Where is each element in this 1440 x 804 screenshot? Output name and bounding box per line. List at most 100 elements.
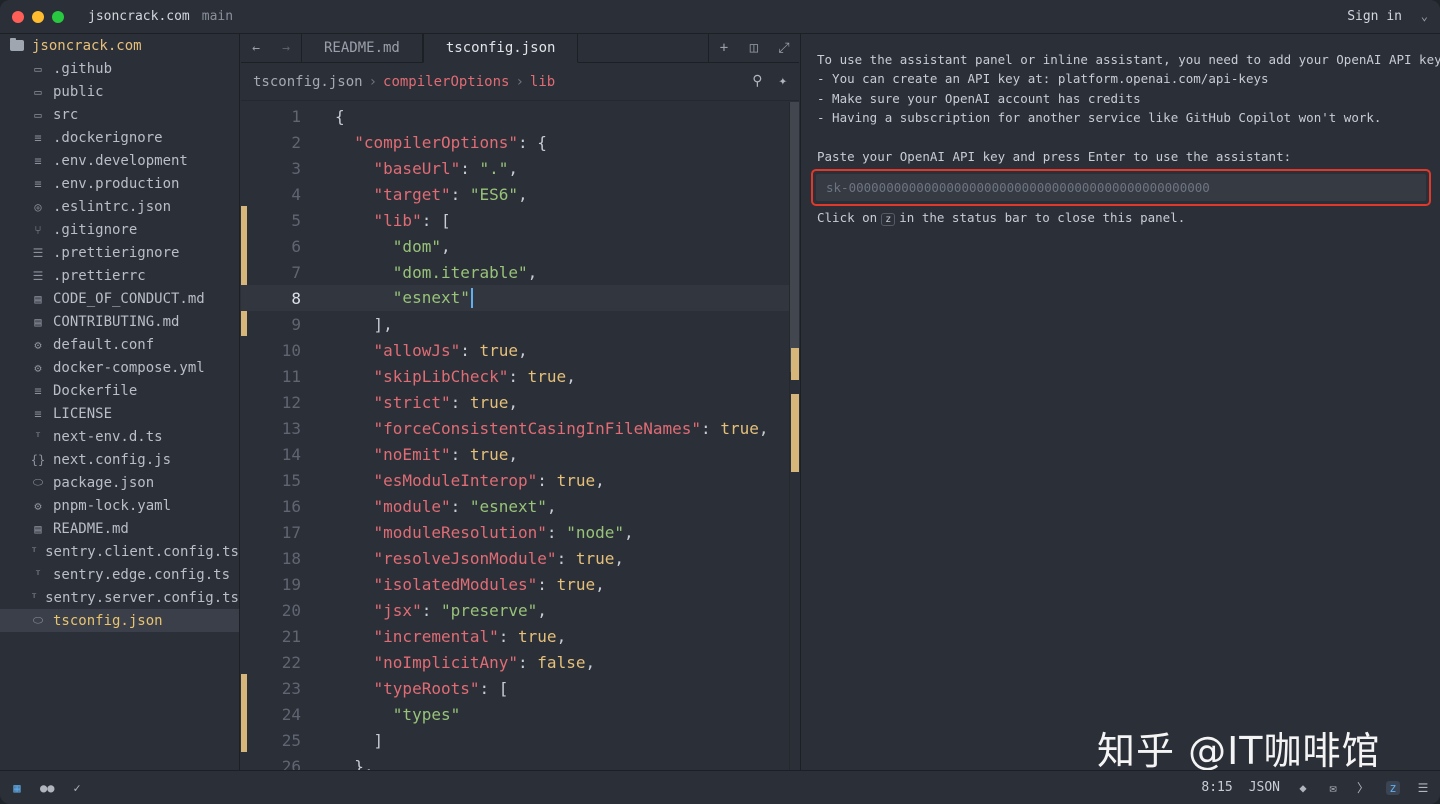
assistant-panel: To use the assistant panel or inline ass… [800, 34, 1440, 773]
tree-item[interactable]: ▭ src [0, 103, 239, 126]
code-token: ], [335, 314, 393, 334]
breadcrumb-compileroptions[interactable]: compilerOptions [383, 74, 509, 90]
tree-item[interactable]: ▤ README.md [0, 517, 239, 540]
line-number: 21 [281, 626, 301, 646]
code-text: "isolatedModules": true, [335, 575, 605, 594]
prettier-icon: ☰ [32, 268, 44, 283]
tree-item-label: LICENSE [53, 405, 113, 422]
database-icon: ⬭ [32, 475, 44, 489]
tree-item[interactable]: ᵀ sentry.client.config.ts [0, 540, 239, 563]
line-number: 1 [291, 106, 301, 126]
tab-readme[interactable]: README.md [301, 34, 423, 62]
collab-icon[interactable]: ●● [40, 781, 54, 795]
language-selector[interactable]: JSON [1249, 780, 1280, 795]
line-number: 12 [281, 392, 301, 412]
code-token: , [527, 262, 538, 282]
tree-item[interactable]: ⚙ default.conf [0, 333, 239, 356]
cursor-position[interactable]: 8:15 [1201, 780, 1232, 795]
line-number: 16 [281, 496, 301, 516]
code-token: , [595, 574, 605, 594]
code-line: 11 "skipLibCheck": true, [241, 363, 789, 389]
branch-name[interactable]: main [202, 9, 233, 24]
new-tab-icon[interactable]: + [709, 40, 739, 56]
code-token: "moduleResolution" [373, 522, 547, 542]
code-token: "isolatedModules" [373, 574, 538, 594]
editor-scrollbar[interactable] [789, 102, 799, 770]
tree-item[interactable]: {} next.config.js [0, 448, 239, 471]
code-token: "jsx" [373, 600, 422, 620]
tree-item-label: next.config.js [53, 451, 172, 468]
tree-item[interactable]: ᵀ sentry.edge.config.ts [0, 563, 239, 586]
tree-item-label: .prettierignore [53, 244, 180, 261]
tab-tsconfig[interactable]: tsconfig.json [422, 34, 579, 63]
go-back-button[interactable]: ← [241, 34, 271, 62]
tree-item[interactable]: ⑂ .gitignore [0, 218, 239, 241]
tree-item[interactable]: ▤ CODE_OF_CONDUCT.md [0, 287, 239, 310]
tree-item-label: .env.production [53, 175, 180, 192]
line-number: 13 [281, 418, 301, 438]
chevron-down-icon[interactable]: ⌄ [1421, 9, 1428, 23]
tree-item[interactable]: ▤ CONTRIBUTING.md [0, 310, 239, 333]
breadcrumb-file[interactable]: tsconfig.json [253, 74, 363, 90]
project-name[interactable]: jsoncrack.com [88, 9, 190, 24]
tree-item[interactable]: ◎ .eslintrc.json [0, 195, 239, 218]
tree-item[interactable]: ☰ .prettierrc [0, 264, 239, 287]
split-pane-icon[interactable]: ◫ [739, 40, 769, 56]
tree-item[interactable]: ⬭ package.json [0, 471, 239, 494]
terminal-icon[interactable]: 〉 [1356, 779, 1370, 796]
maximize-pane-icon[interactable]: ⤢ [769, 40, 799, 56]
tree-item[interactable]: ☰ .prettierignore [0, 241, 239, 264]
code-text: "incremental": true, [335, 627, 567, 646]
code-text: "typeRoots": [ [335, 679, 509, 698]
copilot-icon[interactable]: ◆ [1296, 781, 1310, 795]
magic-wand-icon[interactable]: ✦ [779, 73, 787, 89]
minimize-window-button[interactable] [32, 10, 44, 23]
folder-open-icon [10, 38, 24, 51]
code-token: "esModuleInterop" [373, 470, 538, 490]
tree-item[interactable]: ≡ .env.production [0, 172, 239, 195]
tree-item[interactable]: ⚙ pnpm-lock.yaml [0, 494, 239, 517]
code-text: "target": "ES6", [335, 185, 528, 204]
tree-item[interactable]: ᵀ sentry.server.config.ts [0, 586, 239, 609]
code-token: true [527, 366, 567, 386]
code-token: : [421, 600, 441, 620]
tree-item[interactable]: ≡ .dockerignore [0, 126, 239, 149]
search-icon[interactable]: ⚲ [752, 73, 762, 89]
breadcrumb-lib[interactable]: lib [530, 74, 555, 90]
close-hint-after: in the status bar to close this panel. [899, 210, 1186, 225]
tree-item-label: .prettierrc [53, 267, 146, 284]
tree-item-label: .gitignore [53, 221, 138, 238]
close-window-button[interactable] [12, 10, 24, 23]
tree-item-label: Dockerfile [53, 382, 138, 399]
code-line: 26 }, [241, 753, 789, 771]
code-editor[interactable]: 1{2 "compilerOptions": {3 "baseUrl": "."… [241, 102, 789, 770]
tree-root-folder[interactable]: jsoncrack.com [0, 34, 239, 57]
folder-icon: ▭ [34, 61, 42, 76]
tree-item[interactable]: ≡ Dockerfile [0, 379, 239, 402]
api-key-input[interactable] [816, 174, 1426, 201]
diagnostics-check-icon[interactable]: ✓ [70, 781, 84, 795]
scrollbar-thumb[interactable] [790, 102, 799, 372]
code-token: "compilerOptions" [354, 132, 519, 152]
code-text: "dom", [335, 237, 451, 256]
mail-icon[interactable]: ✉ [1326, 781, 1340, 795]
sign-in-button[interactable]: Sign in [1347, 9, 1402, 24]
tree-item[interactable]: ⬭ tsconfig.json [0, 609, 239, 632]
tree-item[interactable]: ᵀ next-env.d.ts [0, 425, 239, 448]
tree-item[interactable]: ▭ public [0, 80, 239, 103]
assistant-toggle-icon[interactable]: z [1386, 780, 1400, 795]
tree-item[interactable]: ≡ .env.development [0, 149, 239, 172]
tree-item[interactable]: ⚙ docker-compose.yml [0, 356, 239, 379]
zoom-window-button[interactable] [52, 10, 64, 23]
chat-icon[interactable]: ☰ [1416, 781, 1430, 795]
project-panel-icon[interactable]: ▦ [10, 781, 24, 795]
code-token: true [479, 340, 519, 360]
code-text: "allowJs": true, [335, 341, 528, 360]
tree-item[interactable]: ▭ .github [0, 57, 239, 80]
go-forward-button[interactable]: → [271, 34, 301, 62]
tree-item[interactable]: ≡ LICENSE [0, 402, 239, 425]
